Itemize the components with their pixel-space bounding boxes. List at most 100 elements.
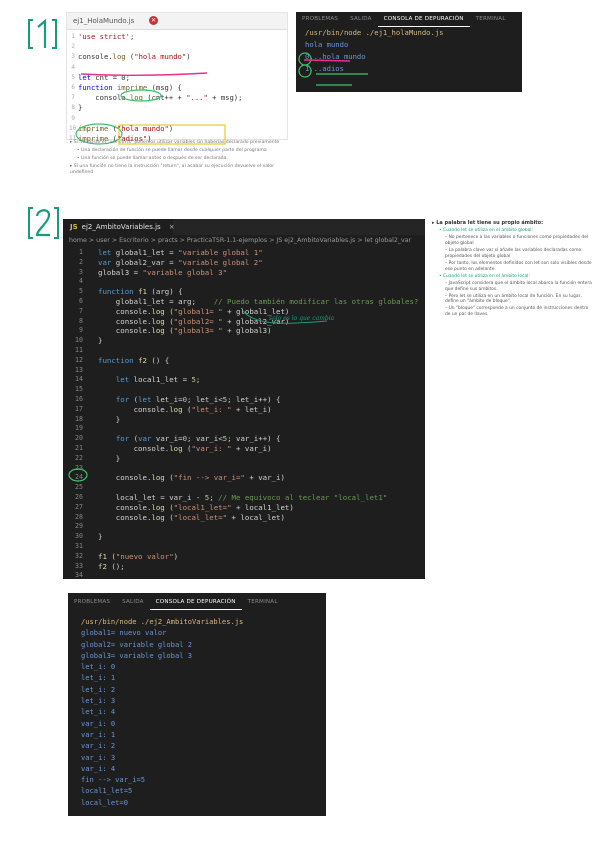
line-code: 'use strict';: [78, 32, 135, 41]
breadcrumb[interactable]: home > user > Escritorio > practs > Prac…: [63, 235, 425, 248]
terminal-line: let_i: 1: [81, 673, 116, 683]
editor-tab-ambito[interactable]: JS ej2_AmbitoVariables.js ×: [63, 219, 175, 235]
close-icon[interactable]: ×: [169, 223, 175, 231]
line-number: 11: [75, 345, 83, 354]
code-line: 3 console.log ("hola mundo"): [67, 52, 287, 62]
line-number: 4: [79, 277, 83, 286]
note-bullet: – La palabra clave var sí añade las vari…: [445, 248, 582, 259]
note-bullet: – No pertenece a las variables o funcion…: [445, 235, 589, 246]
terminal-tab[interactable]: PROBLEMAS: [68, 595, 116, 610]
code-line: 2 var global2_var = "variable global 2": [63, 258, 425, 268]
code-line: 1'use strict';: [67, 32, 287, 42]
pink-underline-terminal: [303, 59, 351, 62]
line-number: 34: [75, 571, 83, 580]
note-bullet: ▸ Si no existe el "use strict" podemos u…: [70, 140, 280, 145]
terminal-line: /usr/bin/node ./ej2_AmbitoVariables.js: [81, 617, 244, 626]
line-number: 21: [75, 443, 83, 452]
editor-tabbar: JS ej2_AmbitoVariables.js ×: [63, 219, 425, 235]
code-line: 29: [63, 522, 425, 532]
code-line: 20 for (var var_i=0; var_i<5; var_i++) {: [63, 434, 425, 444]
terminal-tab[interactable]: SALIDA: [344, 12, 377, 27]
note-bullet: – Un "bloque" corresponde a un conjunto …: [445, 306, 589, 318]
line-code: }: [98, 453, 121, 463]
terminal-line: /usr/bin/node ./ej1_holaMundo.js: [305, 28, 444, 37]
line-code: console.log ("local_let=" + local_let): [98, 512, 285, 522]
line-number: 7: [79, 306, 83, 315]
code-line: 31: [63, 542, 425, 552]
note-bullet: – Pero let se utiliza en un ámbito local…: [445, 293, 582, 305]
note-bullet: – JavaScript considera que el ámbito loc…: [445, 280, 592, 292]
code-area[interactable]: 1 let global1_let = "variable global 1" 2 v…: [63, 248, 425, 581]
line-code: }: [78, 103, 83, 113]
line-code: function f1 (arg) {: [98, 287, 183, 297]
circle-1: [298, 64, 312, 78]
terminal-tab[interactable]: CONSOLA DE DEPURACIÓN: [377, 12, 470, 27]
code-line: 19: [63, 424, 425, 434]
code-line: 6 global1_let = arg; // Puedo también mo…: [63, 297, 425, 307]
notes-section-1: ▸ Si no existe el "use strict" podemos u…: [70, 140, 290, 178]
line-number: 27: [75, 502, 83, 511]
code-line: 15: [63, 385, 425, 395]
terminal-line: global1= nuevo valor: [81, 628, 167, 638]
terminal-tabs: PROBLEMAS SALIDA CONSOLA DE DEPURACIÓN TERM…: [296, 12, 522, 27]
line-number: 3: [71, 53, 75, 61]
line-number: 16: [75, 394, 83, 403]
code-line: 25: [63, 483, 425, 493]
line-number: 7: [71, 94, 75, 102]
editor-tab-label: ej1_HolaMundo.js: [73, 17, 135, 25]
line-number: 1: [71, 33, 75, 40]
line-code: function f2 () {: [98, 355, 170, 365]
note-bullet: • Una declaración de función se puede ll…: [77, 148, 267, 153]
line-number: 19: [75, 424, 83, 433]
line-number: 18: [75, 414, 83, 423]
line-number: 33: [75, 561, 83, 570]
close-icon[interactable]: ✕: [149, 16, 158, 25]
line-code: global1_let = arg; // Puedo también modi…: [98, 296, 419, 306]
line-number: 9: [79, 326, 83, 335]
line-number: 12: [75, 355, 83, 364]
editor-tab-label: ej2_AmbitoVariables.js: [81, 223, 161, 231]
code-line: 8}: [67, 103, 287, 113]
terminal-line: fin --> var_i=5: [81, 775, 146, 785]
line-number: 26: [75, 492, 83, 501]
section-mark-1: [28, 18, 57, 49]
terminal-tab[interactable]: TERMINAL: [242, 595, 284, 610]
line-number: 30: [75, 532, 83, 541]
editor-tab-holamundo[interactable]: ej1_HolaMundo.js ✕: [67, 13, 287, 30]
editor-holamundo: ej1_HolaMundo.js ✕ 1'use strict'; 2 3 conso…: [66, 12, 288, 145]
line-number: 6: [71, 83, 75, 91]
line-code: f2 ();: [98, 561, 125, 571]
terminal-tab[interactable]: SALIDA: [116, 595, 149, 610]
line-code: console.log ("let_i: " + let_i): [98, 404, 272, 414]
code-line: 16 for (let let_i=0; let_i<5; let_i++) {: [63, 395, 425, 405]
line-number: 20: [75, 434, 83, 443]
line-code: local_let = var_i - 5; // Me equivoco al…: [98, 492, 388, 502]
code-line: 30}: [63, 532, 425, 542]
line-number: 15: [75, 385, 83, 394]
terminal-line: let_i: 4: [81, 707, 116, 717]
terminal-line: hola mundo: [305, 40, 349, 49]
code-line: 2: [67, 42, 287, 52]
terminal-tab[interactable]: TERMINAL: [470, 12, 512, 27]
terminal-line: var_i: 1: [81, 729, 116, 739]
terminal-line: local1_let=5: [81, 786, 133, 796]
terminal-line: var_i: 4: [81, 763, 116, 773]
code-line: 3 global3 = "variable global 3": [63, 268, 425, 278]
line-number: 10: [75, 336, 83, 345]
terminal-tab[interactable]: CONSOLA DE DEPURACIÓN: [149, 595, 242, 610]
terminal-tab[interactable]: PROBLEMAS: [296, 12, 344, 27]
code-line: 28 console.log ("local_let=" + local_let…: [63, 513, 425, 523]
line-number: 2: [79, 257, 83, 266]
code-line: 6 function imprime (msg) {: [67, 83, 287, 93]
code-line: 11: [63, 346, 425, 356]
line-code: }: [98, 532, 103, 542]
editor-ambitovariables: JS ej2_AmbitoVariables.js × home > user > …: [63, 219, 425, 579]
code-line: 26 local_let = var_i - 5; // Me equivoco…: [63, 493, 425, 503]
line-number: 1: [79, 248, 83, 256]
circle-line-24: [68, 468, 88, 482]
code-line: 7 console.log (cnt++ + "..." + msg);: [67, 93, 287, 103]
line-number: 3: [79, 267, 83, 276]
code-line: 33 f2 ();: [63, 562, 425, 572]
note-bullet: • Cuando let se utiliza en el ámbito glo…: [439, 228, 533, 234]
terminal-line: var_i: 3: [81, 752, 116, 762]
